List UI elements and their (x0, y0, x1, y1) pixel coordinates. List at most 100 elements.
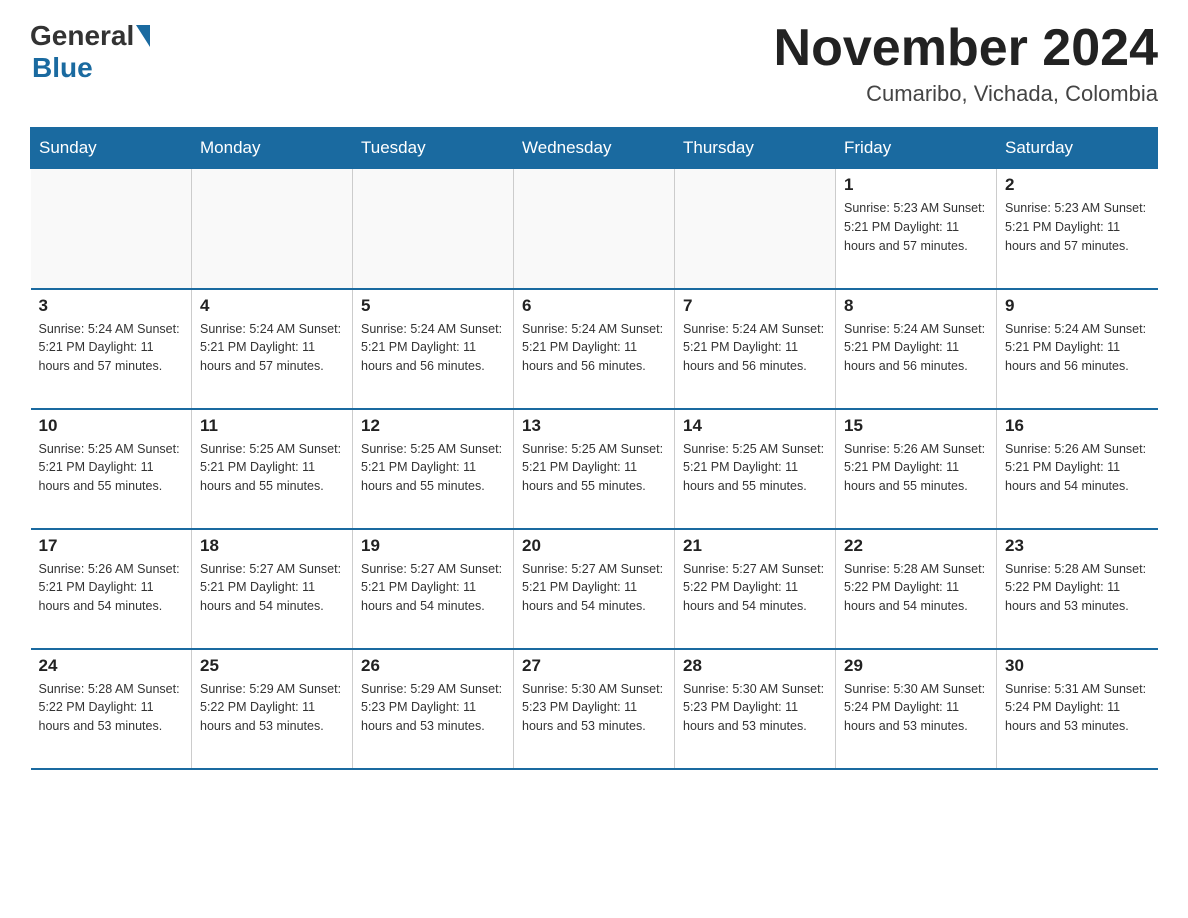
day-number: 22 (844, 536, 988, 556)
day-info: Sunrise: 5:25 AM Sunset: 5:21 PM Dayligh… (683, 440, 827, 496)
day-number: 25 (200, 656, 344, 676)
calendar-cell: 9 Sunrise: 5:24 AM Sunset: 5:21 PM Daylig… (997, 289, 1158, 409)
day-number: 3 (39, 296, 184, 316)
day-info: Sunrise: 5:25 AM Sunset: 5:21 PM Dayligh… (522, 440, 666, 496)
day-info: Sunrise: 5:29 AM Sunset: 5:23 PM Dayligh… (361, 680, 505, 736)
logo-general-text: General (30, 20, 134, 52)
calendar-cell (192, 169, 353, 289)
calendar-cell: 20Sunrise: 5:27 AM Sunset: 5:21 PM Dayli… (514, 529, 675, 649)
calendar-cell: 4 Sunrise: 5:24 AM Sunset: 5:21 PM Daylig… (192, 289, 353, 409)
calendar-cell: 16Sunrise: 5:26 AM Sunset: 5:21 PM Dayli… (997, 409, 1158, 529)
header-tuesday: Tuesday (353, 128, 514, 169)
header-saturday: Saturday (997, 128, 1158, 169)
day-number: 29 (844, 656, 988, 676)
day-info: Sunrise: 5:25 AM Sunset: 5:21 PM Dayligh… (39, 440, 184, 496)
day-info: Sunrise: 5:26 AM Sunset: 5:21 PM Dayligh… (39, 560, 184, 616)
logo-top: General (30, 20, 152, 52)
day-number: 15 (844, 416, 988, 436)
day-info: Sunrise: 5:23 AM Sunset: 5:21 PM Dayligh… (1005, 199, 1150, 255)
calendar-cell: 14 Sunrise: 5:25 AM Sunset: 5:21 PM Dayli… (675, 409, 836, 529)
calendar-cell: 28 Sunrise: 5:30 AM Sunset: 5:23 PM Dayli… (675, 649, 836, 769)
day-info: Sunrise: 5:28 AM Sunset: 5:22 PM Dayligh… (39, 680, 184, 736)
day-number: 2 (1005, 175, 1150, 195)
day-info: Sunrise: 5:31 AM Sunset: 5:24 PM Dayligh… (1005, 680, 1150, 736)
day-number: 24 (39, 656, 184, 676)
calendar-cell: 15 Sunrise: 5:26 AM Sunset: 5:21 PM Dayli… (836, 409, 997, 529)
logo: General Blue (30, 20, 152, 84)
month-title: November 2024 (774, 20, 1158, 77)
calendar-cell: 26 Sunrise: 5:29 AM Sunset: 5:23 PM Dayli… (353, 649, 514, 769)
calendar-cell: 25Sunrise: 5:29 AM Sunset: 5:22 PM Dayli… (192, 649, 353, 769)
calendar-cell: 8Sunrise: 5:24 AM Sunset: 5:21 PM Daylig… (836, 289, 997, 409)
day-info: Sunrise: 5:27 AM Sunset: 5:21 PM Dayligh… (200, 560, 344, 616)
day-info: Sunrise: 5:27 AM Sunset: 5:22 PM Dayligh… (683, 560, 827, 616)
header-row: Sunday Monday Tuesday Wednesday Thursday… (31, 128, 1158, 169)
day-number: 30 (1005, 656, 1150, 676)
calendar-header: Sunday Monday Tuesday Wednesday Thursday… (31, 128, 1158, 169)
calendar-week-2: 10Sunrise: 5:25 AM Sunset: 5:21 PM Dayli… (31, 409, 1158, 529)
day-info: Sunrise: 5:24 AM Sunset: 5:21 PM Dayligh… (39, 320, 184, 376)
day-info: Sunrise: 5:25 AM Sunset: 5:21 PM Dayligh… (361, 440, 505, 496)
day-info: Sunrise: 5:30 AM Sunset: 5:24 PM Dayligh… (844, 680, 988, 736)
header-monday: Monday (192, 128, 353, 169)
day-info: Sunrise: 5:30 AM Sunset: 5:23 PM Dayligh… (683, 680, 827, 736)
calendar-cell: 10Sunrise: 5:25 AM Sunset: 5:21 PM Dayli… (31, 409, 192, 529)
day-number: 6 (522, 296, 666, 316)
day-info: Sunrise: 5:24 AM Sunset: 5:21 PM Dayligh… (522, 320, 666, 376)
calendar-body: 1Sunrise: 5:23 AM Sunset: 5:21 PM Daylig… (31, 169, 1158, 769)
day-info: Sunrise: 5:25 AM Sunset: 5:21 PM Dayligh… (200, 440, 344, 496)
calendar-cell: 12 Sunrise: 5:25 AM Sunset: 5:21 PM Dayli… (353, 409, 514, 529)
calendar-week-0: 1Sunrise: 5:23 AM Sunset: 5:21 PM Daylig… (31, 169, 1158, 289)
calendar-cell: 2 Sunrise: 5:23 AM Sunset: 5:21 PM Daylig… (997, 169, 1158, 289)
day-number: 14 (683, 416, 827, 436)
calendar-cell: 18 Sunrise: 5:27 AM Sunset: 5:21 PM Dayli… (192, 529, 353, 649)
day-number: 9 (1005, 296, 1150, 316)
day-number: 19 (361, 536, 505, 556)
day-info: Sunrise: 5:27 AM Sunset: 5:21 PM Dayligh… (522, 560, 666, 616)
day-info: Sunrise: 5:24 AM Sunset: 5:21 PM Dayligh… (200, 320, 344, 376)
calendar-cell: 7Sunrise: 5:24 AM Sunset: 5:21 PM Daylig… (675, 289, 836, 409)
day-number: 5 (361, 296, 505, 316)
calendar-cell: 29 Sunrise: 5:30 AM Sunset: 5:24 PM Dayli… (836, 649, 997, 769)
page-header: General Blue November 2024 Cumaribo, Vic… (30, 20, 1158, 107)
calendar-cell (675, 169, 836, 289)
day-number: 13 (522, 416, 666, 436)
location-text: Cumaribo, Vichada, Colombia (774, 81, 1158, 107)
day-number: 18 (200, 536, 344, 556)
day-number: 11 (200, 416, 344, 436)
day-info: Sunrise: 5:23 AM Sunset: 5:21 PM Dayligh… (844, 199, 988, 255)
day-number: 4 (200, 296, 344, 316)
day-info: Sunrise: 5:24 AM Sunset: 5:21 PM Dayligh… (1005, 320, 1150, 376)
calendar-cell: 24 Sunrise: 5:28 AM Sunset: 5:22 PM Dayli… (31, 649, 192, 769)
calendar-cell: 22Sunrise: 5:28 AM Sunset: 5:22 PM Dayli… (836, 529, 997, 649)
day-info: Sunrise: 5:24 AM Sunset: 5:21 PM Dayligh… (361, 320, 505, 376)
calendar-cell: 17Sunrise: 5:26 AM Sunset: 5:21 PM Dayli… (31, 529, 192, 649)
logo-blue-text: Blue (32, 52, 93, 84)
calendar-week-3: 17Sunrise: 5:26 AM Sunset: 5:21 PM Dayli… (31, 529, 1158, 649)
day-number: 21 (683, 536, 827, 556)
header-thursday: Thursday (675, 128, 836, 169)
header-friday: Friday (836, 128, 997, 169)
day-number: 7 (683, 296, 827, 316)
calendar-week-1: 3 Sunrise: 5:24 AM Sunset: 5:21 PM Daylig… (31, 289, 1158, 409)
calendar-cell: 30 Sunrise: 5:31 AM Sunset: 5:24 PM Dayli… (997, 649, 1158, 769)
day-info: Sunrise: 5:26 AM Sunset: 5:21 PM Dayligh… (844, 440, 988, 496)
day-number: 12 (361, 416, 505, 436)
calendar-cell: 3 Sunrise: 5:24 AM Sunset: 5:21 PM Daylig… (31, 289, 192, 409)
calendar-cell: 21 Sunrise: 5:27 AM Sunset: 5:22 PM Dayli… (675, 529, 836, 649)
calendar-cell: 5 Sunrise: 5:24 AM Sunset: 5:21 PM Daylig… (353, 289, 514, 409)
calendar-cell (31, 169, 192, 289)
logo-arrow-icon (136, 25, 150, 47)
day-number: 28 (683, 656, 827, 676)
calendar-cell: 23Sunrise: 5:28 AM Sunset: 5:22 PM Dayli… (997, 529, 1158, 649)
calendar-week-4: 24 Sunrise: 5:28 AM Sunset: 5:22 PM Dayli… (31, 649, 1158, 769)
day-info: Sunrise: 5:26 AM Sunset: 5:21 PM Dayligh… (1005, 440, 1150, 496)
day-info: Sunrise: 5:28 AM Sunset: 5:22 PM Dayligh… (1005, 560, 1150, 616)
day-info: Sunrise: 5:27 AM Sunset: 5:21 PM Dayligh… (361, 560, 505, 616)
day-info: Sunrise: 5:30 AM Sunset: 5:23 PM Dayligh… (522, 680, 666, 736)
calendar-table: Sunday Monday Tuesday Wednesday Thursday… (30, 127, 1158, 770)
day-number: 26 (361, 656, 505, 676)
calendar-cell: 13 Sunrise: 5:25 AM Sunset: 5:21 PM Dayli… (514, 409, 675, 529)
calendar-cell: 6 Sunrise: 5:24 AM Sunset: 5:21 PM Daylig… (514, 289, 675, 409)
calendar-cell (514, 169, 675, 289)
